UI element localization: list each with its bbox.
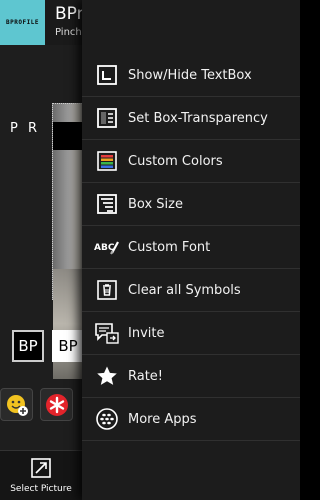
trash-icon <box>94 277 120 303</box>
menu-item-label: Show/Hide TextBox <box>128 67 252 83</box>
preview-text: P R <box>10 121 41 136</box>
menu-item-label: More Apps <box>128 411 197 427</box>
invite-icon <box>94 320 120 346</box>
menu-item-invite[interactable]: Invite <box>82 312 300 355</box>
menu-item-set-box-transparency[interactable]: Set Box-Transparency <box>82 97 300 140</box>
app-logo-text: BPROFILE <box>6 19 39 26</box>
menu-item-label: Set Box-Transparency <box>128 110 268 126</box>
menu-item-show-hide-textbox[interactable]: Show/Hide TextBox <box>82 54 300 97</box>
font-icon: ABC <box>94 234 120 260</box>
menu-item-box-size[interactable]: Box Size <box>82 183 300 226</box>
menu-item-custom-colors[interactable]: Custom Colors <box>82 140 300 183</box>
menu-item-label: Box Size <box>128 196 183 212</box>
colors-icon <box>94 148 120 174</box>
transparency-icon <box>94 105 120 131</box>
menu-item-label: Custom Colors <box>128 153 223 169</box>
menu-item-rate[interactable]: Rate! <box>82 355 300 398</box>
menu-item-label: Invite <box>128 325 165 341</box>
bbm-icon <box>94 406 120 432</box>
app-subtitle: Pinch <box>55 27 82 38</box>
star-icon <box>94 363 120 389</box>
menu-item-label: Custom Font <box>128 239 211 255</box>
menu-item-custom-font[interactable]: ABC Custom Font <box>82 226 300 269</box>
box-size-icon <box>94 191 120 217</box>
select-picture-button[interactable]: Select Picture <box>0 452 82 500</box>
add-symbol-button[interactable] <box>40 388 73 421</box>
overflow-menu: Show/Hide TextBox Set Box-Transparency C… <box>82 0 300 500</box>
menu-item-clear-all-symbols[interactable]: Clear all Symbols <box>82 269 300 312</box>
add-smiley-button[interactable] <box>0 388 33 421</box>
textbox-icon <box>94 62 120 88</box>
bp-light-button[interactable]: BP <box>52 330 84 362</box>
menu-item-label: Clear all Symbols <box>128 282 241 298</box>
menu-item-more-apps[interactable]: More Apps <box>82 398 300 441</box>
bp-dark-button[interactable]: BP <box>12 330 44 362</box>
asterisk-icon <box>45 393 68 416</box>
select-picture-icon <box>31 458 51 478</box>
menu-item-label: Rate! <box>128 368 164 384</box>
smiley-add-icon <box>6 394 28 416</box>
select-picture-label: Select Picture <box>10 484 72 494</box>
app-title: BPr <box>55 4 84 24</box>
app-logo: BPROFILE <box>0 0 45 45</box>
